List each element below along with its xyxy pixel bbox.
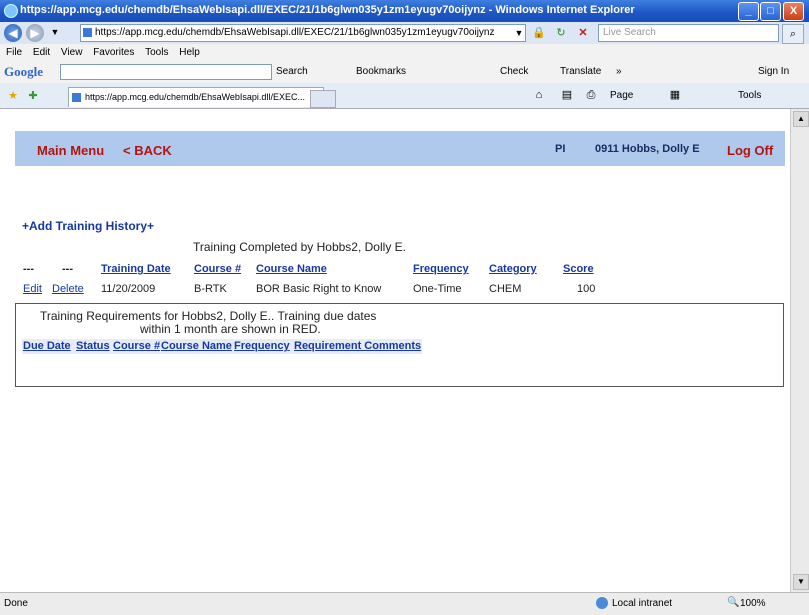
sign-in-button[interactable]: Sign In — [758, 66, 789, 77]
tab-label: https://app.mcg.edu/chemdb/EhsaWebIsapi.… — [85, 92, 305, 102]
stop-icon[interactable]: ✕ — [576, 26, 590, 40]
add-training-history-link[interactable]: +Add Training History+ — [22, 219, 154, 233]
page-icon — [72, 93, 81, 102]
intranet-globe-icon — [596, 597, 608, 609]
status-bar: Done Local intranet 🔍 100% — [0, 592, 809, 615]
back-link[interactable]: < BACK — [123, 143, 172, 158]
window-title: https://app.mcg.edu/chemdb/EhsaWebIsapi.… — [20, 4, 635, 16]
page-content: Main Menu < BACK PI 0911 Hobbs, Dolly E … — [0, 109, 790, 592]
row-training-date: 11/20/2009 — [101, 283, 156, 295]
maximize-button[interactable]: □ — [760, 2, 781, 21]
log-off-link[interactable]: Log Off — [727, 143, 773, 158]
google-toolbar: Google Search Bookmarks Check Translate … — [0, 61, 809, 84]
edit-link[interactable]: Edit — [23, 283, 42, 295]
role-label: PI — [555, 143, 566, 155]
search-icon[interactable]: ⌕ — [782, 24, 804, 44]
vertical-scrollbar[interactable]: ▲ ▼ — [790, 109, 809, 592]
row-course-name: BOR Basic Right to Know — [256, 283, 382, 295]
history-col-category[interactable]: Category — [489, 263, 537, 275]
requirements-caption-line2: within 1 month are shown in RED. — [140, 322, 321, 336]
dropdown-arrow-icon[interactable]: ▼ — [48, 25, 62, 39]
forward-arrow-icon[interactable]: ▶ — [26, 24, 44, 42]
research-icon[interactable]: ▦ — [668, 88, 682, 102]
history-col-training-date[interactable]: Training Date — [101, 263, 171, 275]
menu-edit[interactable]: Edit — [33, 47, 50, 58]
feeds-icon[interactable]: ▤ — [560, 88, 574, 102]
row-frequency: One-Time — [413, 283, 462, 295]
lock-icon[interactable]: 🔒 — [532, 26, 546, 40]
ie-logo-icon — [4, 4, 18, 18]
close-button[interactable]: X — [783, 2, 804, 21]
page-icon — [83, 28, 92, 37]
status-text: Done — [4, 598, 28, 609]
menu-file[interactable]: File — [6, 47, 22, 58]
requirements-panel: Training Requirements for Hobbs2, Dolly … — [15, 303, 784, 387]
address-toolbar: ◀ ▶ ▼ https://app.mcg.edu/chemdb/EhsaWeb… — [0, 22, 809, 44]
minimize-button[interactable]: _ — [738, 2, 759, 21]
req-col-course-name[interactable]: Course Name — [161, 340, 232, 352]
google-search-input[interactable] — [60, 64, 272, 80]
tab-current[interactable]: https://app.mcg.edu/chemdb/EhsaWebIsapi.… — [68, 87, 324, 107]
user-label: 0911 Hobbs, Dolly E — [595, 143, 700, 155]
history-col-frequency[interactable]: Frequency — [413, 263, 469, 275]
scroll-up-icon[interactable]: ▲ — [793, 111, 809, 127]
requirements-caption-line1: Training Requirements for Hobbs2, Dolly … — [40, 309, 377, 323]
history-caption: Training Completed by Hobbs2, Dolly E. — [193, 240, 406, 254]
title-bar: https://app.mcg.edu/chemdb/EhsaWebIsapi.… — [0, 0, 809, 22]
row-category: CHEM — [489, 283, 522, 295]
menu-tools[interactable]: Tools — [145, 47, 168, 58]
bookmarks-button[interactable]: Bookmarks — [356, 66, 406, 77]
back-arrow-icon[interactable]: ◀ — [4, 24, 22, 42]
favorites-star-icon[interactable]: ★ — [6, 89, 20, 103]
print-icon[interactable]: ⎙ — [584, 88, 598, 102]
page-menu-button[interactable]: Page — [610, 90, 633, 101]
req-col-due-date[interactable]: Due Date — [23, 340, 71, 352]
more-button[interactable]: » — [616, 66, 622, 77]
address-url: https://app.mcg.edu/chemdb/EhsaWebIsapi.… — [95, 27, 495, 38]
row-score: 100 — [577, 283, 596, 295]
address-input[interactable]: https://app.mcg.edu/chemdb/EhsaWebIsapi.… — [80, 24, 526, 42]
zoom-icon[interactable]: 🔍 — [727, 597, 739, 608]
menu-help[interactable]: Help — [179, 47, 200, 58]
history-col-edit: --- — [23, 263, 34, 275]
zone-text: Local intranet — [612, 598, 673, 609]
req-col-frequency[interactable]: Frequency — [234, 340, 290, 352]
req-col-status[interactable]: Status — [76, 340, 110, 352]
history-col-delete: --- — [62, 263, 73, 275]
live-search-input[interactable]: Live Search — [598, 24, 779, 42]
menu-favorites[interactable]: Favorites — [93, 47, 134, 58]
req-col-requirement-comments[interactable]: Requirement Comments — [294, 340, 421, 352]
refresh-icon[interactable]: ↻ — [554, 26, 568, 40]
add-favorites-icon[interactable]: ✚ — [26, 89, 40, 103]
main-menu-link[interactable]: Main Menu — [37, 143, 104, 158]
delete-link[interactable]: Delete — [52, 283, 84, 295]
menu-view[interactable]: View — [61, 47, 83, 58]
tab-bar: ★ ✚ https://app.mcg.edu/chemdb/EhsaWebIs… — [0, 83, 809, 109]
menu-bar: File Edit View Favorites Tools Help — [0, 44, 809, 61]
row-course-number: B-RTK — [194, 283, 227, 295]
check-button[interactable]: Check — [500, 66, 528, 77]
zoom-level[interactable]: 100% — [740, 598, 766, 609]
google-search-button[interactable]: Search — [276, 66, 308, 77]
history-col-course-name[interactable]: Course Name — [256, 263, 327, 275]
history-col-score[interactable]: Score — [563, 263, 594, 275]
req-col-course-number[interactable]: Course # — [113, 340, 160, 352]
scroll-down-icon[interactable]: ▼ — [793, 574, 809, 590]
app-header: Main Menu < BACK PI 0911 Hobbs, Dolly E … — [15, 131, 785, 166]
google-logo: Google — [4, 64, 43, 79]
tools-menu-button[interactable]: Tools — [738, 90, 761, 101]
home-icon[interactable]: ⌂ — [532, 88, 546, 102]
translate-button[interactable]: Translate — [560, 66, 601, 77]
address-dropdown-icon[interactable]: ▼ — [512, 26, 526, 40]
new-tab-button[interactable] — [310, 90, 336, 108]
history-col-course-number[interactable]: Course # — [194, 263, 241, 275]
